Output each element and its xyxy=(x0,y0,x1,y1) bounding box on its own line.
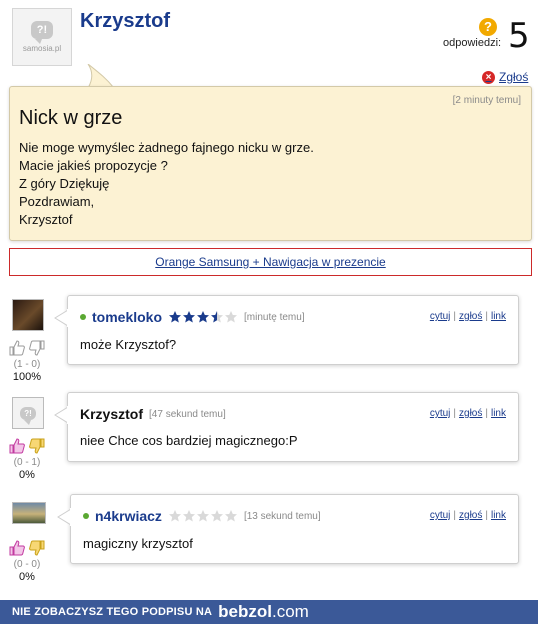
vote-box: (0 - 1) 0% xyxy=(4,438,50,481)
star-empty-icon xyxy=(210,510,223,522)
brand-name: bebzol xyxy=(218,602,272,621)
body-line: Macie jakieś propozycje ? xyxy=(19,158,168,173)
separator: | xyxy=(485,510,488,521)
body-line: Nie moge wymyślec żadnego fajnego nicku … xyxy=(19,140,314,155)
separator: | xyxy=(453,311,457,322)
ad-link[interactable]: Orange Samsung + Nawigacja w prezencie xyxy=(155,255,385,269)
samosia-logo-icon: ?! xyxy=(31,21,53,44)
comment-bubble: n4krwiacz [13 sekund temu] cytuj | zgłoś… xyxy=(70,494,519,564)
comment-bubble: tomekloko [minutę temu] cytuj | zgłoś | … xyxy=(67,295,519,365)
thumb-down-icon[interactable] xyxy=(29,540,45,556)
logo-text: samosia.pl xyxy=(22,44,62,53)
comment-author[interactable]: tomekloko xyxy=(92,309,162,325)
vote-box: (1 - 0) 100% xyxy=(4,340,50,383)
star-empty-icon xyxy=(225,311,238,323)
answers-label: odpowiedzi: xyxy=(443,37,502,49)
answers-count: 5 xyxy=(508,16,530,56)
samosia-logo-icon: ?! xyxy=(20,406,36,425)
comment-actions: cytuj | zgłoś | link xyxy=(430,311,506,322)
body-line: Z góry Dziękuję xyxy=(19,176,110,191)
permalink[interactable]: link xyxy=(491,311,506,322)
vote-percent: 0% xyxy=(19,571,35,583)
question-mark-icon: ? xyxy=(479,18,497,36)
thumb-down-icon[interactable] xyxy=(29,340,45,356)
question-body: Nie moge wymyślec żadnego fajnego nicku … xyxy=(19,139,314,229)
star-icon xyxy=(183,311,196,323)
comment-author[interactable]: Krzysztof xyxy=(80,406,143,422)
permalink[interactable]: link xyxy=(491,408,506,419)
vote-percent: 100% xyxy=(12,371,42,383)
star-empty-icon xyxy=(168,510,181,522)
star-icon xyxy=(197,311,210,323)
comment-time: [47 sekund temu] xyxy=(149,408,226,420)
comment-avatar[interactable] xyxy=(12,502,46,524)
report-label: Zgłoś xyxy=(499,70,529,84)
separator: | xyxy=(453,510,457,521)
online-indicator xyxy=(83,513,89,519)
report-x-icon: × xyxy=(482,70,495,84)
online-indicator xyxy=(80,314,86,320)
separator: | xyxy=(485,408,488,419)
comment-text: magiczny krzysztof xyxy=(83,536,193,551)
thumb-up-icon[interactable] xyxy=(9,540,25,556)
footer-watermark: NIE ZOBACZYSZ TEGO PODPISU NA bebzol.com xyxy=(0,600,538,624)
separator: | xyxy=(453,408,457,419)
comment-avatar[interactable]: ?! xyxy=(12,397,44,429)
comment-text: może Krzysztof? xyxy=(80,337,177,352)
vote-score: (0 - 1) xyxy=(13,457,41,468)
bubble-tail xyxy=(87,64,115,88)
vote-score: (0 - 0) xyxy=(13,559,41,570)
author-avatar[interactable]: ?! samosia.pl xyxy=(12,8,72,66)
thumb-up-icon[interactable] xyxy=(9,340,25,356)
report-link[interactable]: zgłoś xyxy=(459,510,482,521)
quote-link[interactable]: cytuj xyxy=(430,510,451,521)
comment-text: niee Chce cos bardziej magicznego:P xyxy=(80,433,298,448)
rating-stars xyxy=(168,509,238,523)
star-half-icon xyxy=(211,311,224,323)
vote-score: (1 - 0) xyxy=(13,359,41,370)
question-title: Nick w grze xyxy=(19,107,123,129)
report-link[interactable]: zgłoś xyxy=(459,311,482,322)
comment-bubble: Krzysztof [47 sekund temu] cytuj | zgłoś… xyxy=(67,392,519,462)
comment-tail xyxy=(57,508,71,526)
star-empty-icon xyxy=(182,510,195,522)
comment-actions: cytuj | zgłoś | link xyxy=(430,408,506,419)
question-bubble: [2 minuty temu] Nick w grze Nie moge wym… xyxy=(9,86,532,241)
star-empty-icon xyxy=(196,510,209,522)
brand-tld: .com xyxy=(272,602,309,621)
footer-brand: bebzol.com xyxy=(218,602,309,622)
vote-box: (0 - 0) 0% xyxy=(4,540,50,583)
permalink[interactable]: link xyxy=(491,510,506,521)
footer-text: NIE ZOBACZYSZ TEGO PODPISU NA xyxy=(12,606,213,618)
report-button[interactable]: × Zgłoś xyxy=(482,70,528,84)
question-time: [2 minuty temu] xyxy=(452,95,521,106)
comment-time: [13 sekund temu] xyxy=(243,510,321,522)
ad-banner: Orange Samsung + Nawigacja w prezencie xyxy=(9,248,532,276)
comment-tail xyxy=(54,406,68,424)
report-link[interactable]: zgłoś xyxy=(459,408,482,419)
star-icon xyxy=(169,311,182,323)
question-author[interactable]: Krzysztof xyxy=(80,10,170,33)
separator: | xyxy=(485,311,488,322)
star-empty-icon xyxy=(224,510,237,522)
comment-author[interactable]: n4krwiacz xyxy=(95,508,162,524)
comment-avatar[interactable] xyxy=(12,299,44,331)
comment-tail xyxy=(54,309,68,327)
body-line: Krzysztof xyxy=(19,212,73,227)
comment-actions: cytuj | zgłoś | link xyxy=(430,510,506,521)
thumb-down-icon[interactable] xyxy=(29,438,45,454)
thumb-up-icon[interactable] xyxy=(9,438,25,454)
quote-link[interactable]: cytuj xyxy=(430,408,451,419)
quote-link[interactable]: cytuj xyxy=(430,311,451,322)
body-line: Pozdrawiam, xyxy=(19,194,95,209)
comment-time: [minutę temu] xyxy=(244,311,305,323)
vote-percent: 0% xyxy=(19,469,35,481)
rating-stars xyxy=(168,310,238,324)
